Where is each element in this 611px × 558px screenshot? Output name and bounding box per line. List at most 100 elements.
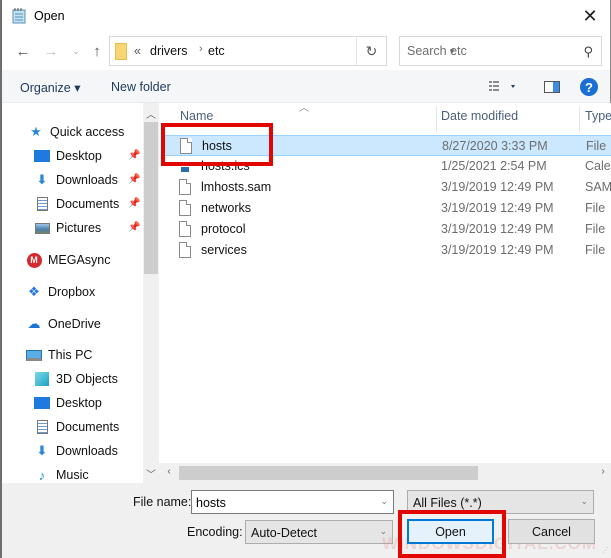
sidebar-scrollbar[interactable]: ︿ ﹀ xyxy=(143,103,159,483)
file-date: 3/19/2019 12:49 PM xyxy=(441,180,554,194)
file-type: Calendar xyxy=(585,159,611,173)
sidebar-item-quick-access[interactable]: ★ Quick access xyxy=(28,121,124,143)
preview-pane-icon[interactable] xyxy=(544,81,560,93)
open-button[interactable]: Open xyxy=(407,519,494,544)
up-button[interactable]: ↑ xyxy=(86,40,108,62)
sidebar-item-documents-pc[interactable]: Documents xyxy=(34,416,119,438)
mega-icon: M xyxy=(26,252,42,268)
cancel-button[interactable]: Cancel xyxy=(508,519,595,544)
column-header-type[interactable]: Type xyxy=(585,109,611,123)
file-icon xyxy=(179,242,191,258)
sidebar-item-downloads[interactable]: ⬇ Downloads xyxy=(34,169,118,191)
chevron-down-icon[interactable]: ⌄ xyxy=(380,496,388,507)
breadcrumb-etc[interactable]: etc xyxy=(208,44,225,58)
sidebar-item-label: Music xyxy=(56,468,89,482)
sidebar-item-onedrive[interactable]: ☁ OneDrive xyxy=(26,313,101,335)
breadcrumb-drivers[interactable]: drivers xyxy=(150,44,188,58)
file-type: File xyxy=(585,243,606,257)
sidebar-item-label: Downloads xyxy=(56,173,118,187)
organize-button[interactable]: Organize ▾ xyxy=(20,80,80,95)
file-type: File xyxy=(586,139,607,153)
scroll-left-icon[interactable]: ‹ xyxy=(161,466,177,477)
arrow-up-icon: ↑ xyxy=(93,42,101,60)
search-input[interactable]: Search etc xyxy=(407,44,467,58)
pin-icon[interactable]: 📌 xyxy=(128,174,140,185)
refresh-icon: ↻ xyxy=(365,42,378,59)
file-list-horizontal-scrollbar[interactable]: ‹ › xyxy=(159,463,611,483)
download-icon: ⬇ xyxy=(36,443,48,458)
search-box[interactable]: Search etc ⚲ xyxy=(399,36,602,66)
command-bar: Organize ▾ New folder xyxy=(2,70,610,103)
file-row-networks[interactable]: networks 3/19/2019 12:49 PM File xyxy=(164,198,611,219)
breadcrumb-overflow[interactable]: « xyxy=(134,44,141,58)
breadcrumb-separator[interactable]: › xyxy=(199,43,203,55)
recent-locations-button[interactable]: ⌄ xyxy=(65,40,87,62)
sidebar-item-pictures[interactable]: Pictures xyxy=(34,217,101,239)
sidebar-item-documents[interactable]: Documents xyxy=(34,193,119,215)
help-button[interactable]: ? xyxy=(580,78,598,96)
pin-icon[interactable]: 📌 xyxy=(128,150,140,161)
scroll-right-icon[interactable]: › xyxy=(595,466,611,477)
resize-grip-icon[interactable]: ⋰ xyxy=(602,546,609,554)
sidebar-item-megasync[interactable]: M MEGAsync xyxy=(26,249,111,271)
file-type-value: All Files (*.*) xyxy=(413,496,482,510)
encoding-label: Encoding: xyxy=(187,525,243,539)
column-divider[interactable] xyxy=(436,106,437,132)
sidebar-item-3d-objects[interactable]: 3D Objects xyxy=(34,368,118,390)
folder-icon xyxy=(115,43,127,60)
sidebar-item-desktop-pc[interactable]: Desktop xyxy=(34,392,102,414)
back-button[interactable]: ← xyxy=(12,40,34,62)
sidebar-item-downloads-pc[interactable]: ⬇ Downloads xyxy=(34,440,118,462)
3d-objects-icon xyxy=(34,371,50,387)
file-icon xyxy=(180,138,192,154)
close-button[interactable]: ✕ xyxy=(570,0,610,32)
file-name: hosts xyxy=(202,139,232,153)
pin-icon[interactable]: 📌 xyxy=(128,222,140,233)
documents-icon xyxy=(34,419,50,435)
file-icon xyxy=(179,221,191,237)
file-row-lmhosts-sam[interactable]: lmhosts.sam 3/19/2019 12:49 PM SAM File xyxy=(164,177,611,198)
file-row-hosts-ics[interactable]: hosts.ics 1/25/2021 2:54 PM Calendar xyxy=(164,156,611,177)
view-options-icon[interactable] xyxy=(489,81,519,93)
file-row-hosts[interactable]: hosts 8/27/2020 3:33 PM File xyxy=(164,135,611,156)
calendar-file-icon xyxy=(179,158,191,174)
desktop-icon xyxy=(34,148,50,164)
refresh-button[interactable]: ↻ xyxy=(356,36,387,66)
encoding-select[interactable]: Auto-Detect ⌄ xyxy=(245,520,393,544)
scrollbar-thumb[interactable] xyxy=(144,122,158,274)
file-type: SAM File xyxy=(585,180,611,194)
file-type: File xyxy=(585,201,606,215)
scroll-up-icon[interactable]: ︿ xyxy=(143,106,159,121)
new-folder-button[interactable]: New folder xyxy=(111,80,171,94)
download-icon: ⬇ xyxy=(36,172,48,187)
sidebar-item-this-pc[interactable]: This PC xyxy=(26,344,92,366)
navigation-pane: ★ Quick access Desktop 📌 ⬇ Downloads 📌 D… xyxy=(2,103,143,483)
file-name-input[interactable]: hosts ⌄ xyxy=(191,490,394,514)
column-header-date[interactable]: Date modified xyxy=(441,109,518,123)
file-row-protocol[interactable]: protocol 3/19/2019 12:49 PM File xyxy=(164,219,611,240)
notepad-icon xyxy=(12,8,26,24)
arrow-left-icon: ← xyxy=(15,42,31,60)
forward-button[interactable]: → xyxy=(40,40,62,62)
column-divider[interactable] xyxy=(579,106,580,132)
file-date: 8/27/2020 3:33 PM xyxy=(442,139,548,153)
cancel-button-label: Cancel xyxy=(532,524,571,539)
scroll-down-icon[interactable]: ﹀ xyxy=(143,466,159,481)
pin-icon[interactable]: 📌 xyxy=(128,198,140,209)
file-date: 1/25/2021 2:54 PM xyxy=(441,159,547,173)
scrollbar-thumb[interactable] xyxy=(179,466,478,480)
column-header-name[interactable]: Name xyxy=(180,109,213,123)
file-date: 3/19/2019 12:49 PM xyxy=(441,201,554,215)
sidebar-item-dropbox[interactable]: ❖ Dropbox xyxy=(26,281,95,303)
documents-icon xyxy=(34,196,50,212)
title-bar: Open ✕ xyxy=(2,0,610,32)
file-name-value: hosts xyxy=(196,496,226,510)
sidebar-item-music[interactable]: ♪ Music xyxy=(34,464,89,483)
sidebar-item-label: Downloads xyxy=(56,444,118,458)
file-list: ︿ Name Date modified Type hosts 8/27/202… xyxy=(159,103,611,463)
file-type-select[interactable]: All Files (*.*) ⌄ xyxy=(407,490,594,514)
file-row-services[interactable]: services 3/19/2019 12:49 PM File xyxy=(164,240,611,261)
sidebar-item-desktop[interactable]: Desktop xyxy=(34,145,102,167)
pc-icon xyxy=(26,347,42,363)
address-bar[interactable]: « drivers › etc ▾ xyxy=(109,36,454,66)
